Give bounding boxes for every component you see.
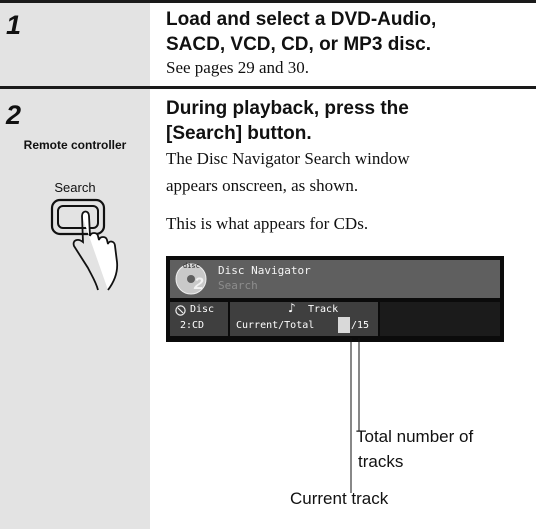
total-tracks-callout: Total number of tracks	[356, 424, 473, 474]
current-track-callout: Current track	[290, 489, 389, 508]
total-tracks-callout-line1: Total number of	[356, 427, 474, 446]
total-tracks-callout-line2: tracks	[358, 452, 404, 471]
